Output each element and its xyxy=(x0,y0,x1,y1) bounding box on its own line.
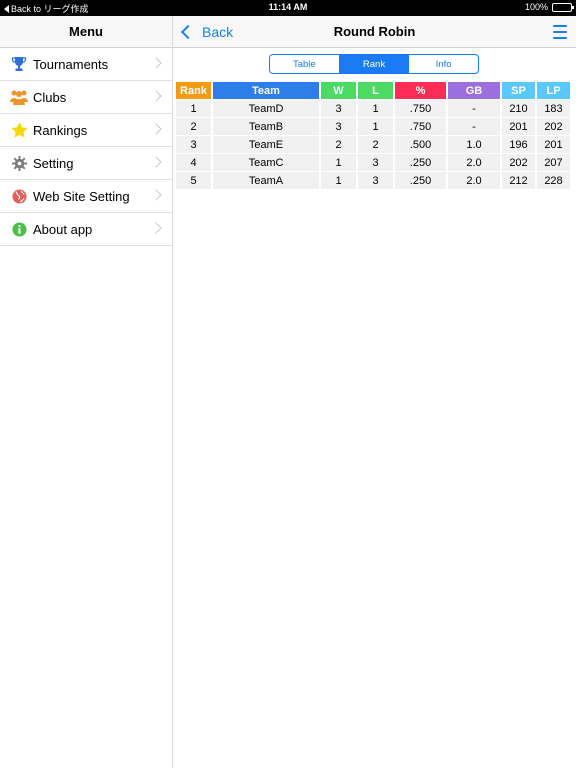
cell-losses: 3 xyxy=(358,172,393,189)
cell-team: TeamB xyxy=(213,118,319,135)
cell-team: TeamE xyxy=(213,136,319,153)
column-header-rank: Rank xyxy=(176,82,211,99)
table-header-row: Rank Team W L % GB SP LP xyxy=(176,82,570,99)
battery-percent: 100% xyxy=(524,2,548,12)
sidebar-item-clubs[interactable]: Clubs xyxy=(0,81,172,114)
back-button[interactable]: Back xyxy=(180,16,233,48)
cell-team: TeamA xyxy=(213,172,319,189)
cell-percent: .750 xyxy=(395,100,446,117)
column-header-team: Team xyxy=(213,82,319,99)
cell-rank: 3 xyxy=(176,136,211,153)
cell-wins: 3 xyxy=(321,100,356,117)
column-header-percent: % xyxy=(395,82,446,99)
sidebar-item-tournaments[interactable]: Tournaments xyxy=(0,48,172,81)
sidebar-item-label: Tournaments xyxy=(33,56,109,72)
view-segmented-control: Table Rank Info xyxy=(269,54,479,74)
chevron-right-icon xyxy=(150,222,162,234)
table-row[interactable]: 2 TeamB 3 1 .750 - 201 202 xyxy=(176,118,570,135)
cell-wins: 3 xyxy=(321,118,356,135)
standings-table: Rank Team W L % GB SP LP 1 TeamD 3 1 .75… xyxy=(174,81,572,190)
cell-wins: 1 xyxy=(321,154,356,171)
cell-percent: .250 xyxy=(395,154,446,171)
battery-indicator: 100% xyxy=(524,2,574,12)
cell-rank: 4 xyxy=(176,154,211,171)
cell-sp: 210 xyxy=(502,100,535,117)
chevron-right-icon xyxy=(150,156,162,168)
cell-sp: 212 xyxy=(502,172,535,189)
segment-info[interactable]: Info xyxy=(409,55,478,73)
sidebar-item-label: About app xyxy=(33,221,93,237)
column-header-lp: LP xyxy=(537,82,570,99)
segment-rank[interactable]: Rank xyxy=(339,55,410,73)
sidebar-item-label: Rankings xyxy=(33,122,88,138)
chevron-right-icon xyxy=(150,57,162,69)
cell-games-behind: - xyxy=(448,118,500,135)
nav-bar: Round Robin Back xyxy=(173,16,576,48)
page-title: Round Robin xyxy=(333,24,416,39)
cell-losses: 1 xyxy=(358,100,393,117)
cell-games-behind: - xyxy=(448,100,500,117)
info-icon xyxy=(10,220,28,238)
cell-rank: 5 xyxy=(176,172,211,189)
cell-wins: 2 xyxy=(321,136,356,153)
table-row[interactable]: 1 TeamD 3 1 .750 - 210 183 xyxy=(176,100,570,117)
cell-rank: 1 xyxy=(176,100,211,117)
cell-losses: 3 xyxy=(358,154,393,171)
cell-rank: 2 xyxy=(176,118,211,135)
chevron-left-icon xyxy=(180,24,196,40)
sidebar-item-label: Clubs xyxy=(33,89,67,105)
sidebar-title: Menu xyxy=(0,16,172,48)
table-row[interactable]: 5 TeamA 1 3 .250 2.0 212 228 xyxy=(176,172,570,189)
cell-percent: .750 xyxy=(395,118,446,135)
hamburger-menu-icon[interactable] xyxy=(553,25,567,39)
cell-sp: 202 xyxy=(502,154,535,171)
gear-icon xyxy=(10,154,28,172)
battery-icon xyxy=(552,2,574,12)
sidebar-item-web-site-setting[interactable]: Web Site Setting xyxy=(0,180,172,213)
cell-team: TeamD xyxy=(213,100,319,117)
clock: 11:14 AM xyxy=(268,2,308,12)
people-icon xyxy=(10,88,28,106)
cell-lp: 201 xyxy=(537,136,570,153)
table-row[interactable]: 4 TeamC 1 3 .250 2.0 202 207 xyxy=(176,154,570,171)
star-icon xyxy=(10,121,28,139)
sidebar-item-rankings[interactable]: Rankings xyxy=(0,114,172,147)
sidebar-item-about-app[interactable]: About app xyxy=(0,213,172,246)
globe-icon xyxy=(10,187,28,205)
cell-wins: 1 xyxy=(321,172,356,189)
trophy-icon xyxy=(10,55,28,73)
chevron-right-icon xyxy=(150,189,162,201)
cell-lp: 228 xyxy=(537,172,570,189)
cell-sp: 196 xyxy=(502,136,535,153)
cell-team: TeamC xyxy=(213,154,319,171)
column-header-wins: W xyxy=(321,82,356,99)
sidebar-item-label: Setting xyxy=(33,155,74,171)
cell-losses: 1 xyxy=(358,118,393,135)
back-button-label: Back xyxy=(202,24,234,40)
segment-table[interactable]: Table xyxy=(270,55,340,73)
cell-losses: 2 xyxy=(358,136,393,153)
cell-percent: .500 xyxy=(395,136,446,153)
cell-games-behind: 2.0 xyxy=(448,172,500,189)
cell-lp: 207 xyxy=(537,154,570,171)
cell-sp: 201 xyxy=(502,118,535,135)
cell-percent: .250 xyxy=(395,172,446,189)
cell-games-behind: 2.0 xyxy=(448,154,500,171)
sidebar: Menu Tournaments Clubs Rankings Setting … xyxy=(0,16,173,768)
sidebar-item-label: Web Site Setting xyxy=(33,188,130,204)
column-header-games-behind: GB xyxy=(448,82,500,99)
cell-games-behind: 1.0 xyxy=(448,136,500,153)
column-header-losses: L xyxy=(358,82,393,99)
column-header-sp: SP xyxy=(502,82,535,99)
chevron-right-icon xyxy=(150,123,162,135)
cell-lp: 183 xyxy=(537,100,570,117)
table-row[interactable]: 3 TeamE 2 2 .500 1.0 196 201 xyxy=(176,136,570,153)
sidebar-item-setting[interactable]: Setting xyxy=(0,147,172,180)
chevron-right-icon xyxy=(150,90,162,102)
cell-lp: 202 xyxy=(537,118,570,135)
status-bar: Back to リーグ作成 11:14 AM 100% xyxy=(0,0,576,16)
